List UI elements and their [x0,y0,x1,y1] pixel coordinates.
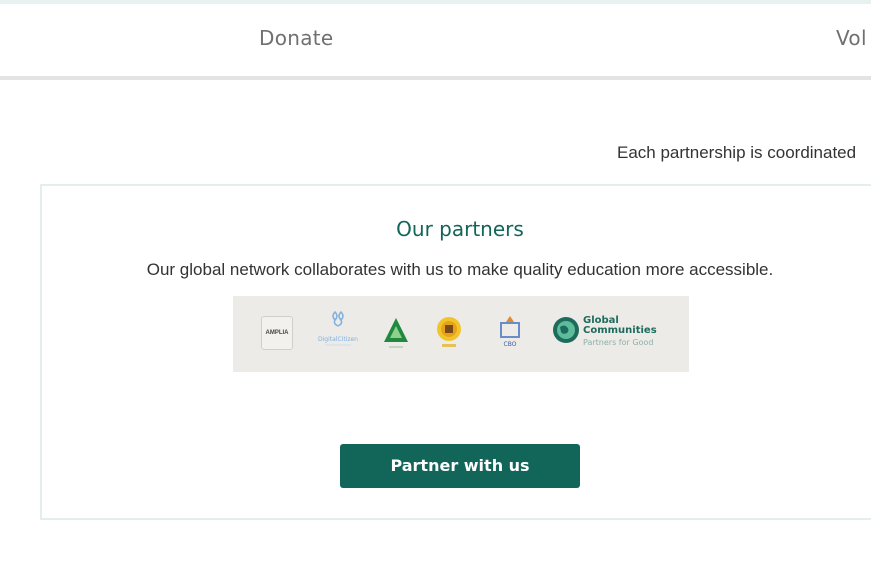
partner-logos-banner: AMPLIA DigitalCitizen CBO Global Communi… [233,296,689,372]
green-triangle-logo [384,318,408,348]
global-communities-icon [553,317,579,343]
emblem-logo [437,317,461,347]
intro-text: Each partnership is coordinated [617,143,857,162]
nav-link-volunteer[interactable]: Vol [836,26,867,50]
partners-card: Our partners Our global network collabor… [40,184,871,520]
partner-with-us-button[interactable]: Partner with us [340,444,580,488]
amplia-logo: AMPLIA [261,316,293,350]
global-communities-tagline: Partners for Good [583,338,654,347]
digital-citizen-logo: DigitalCitizen [318,310,358,346]
cbo-wordmark: CBO [504,341,517,348]
partners-description: Our global network collaborates with us … [146,260,774,279]
top-nav: Donate Vol [0,4,871,80]
digital-citizen-wordmark: DigitalCitizen [318,336,358,343]
nav-link-donate[interactable]: Donate [259,26,334,50]
global-communities-wordmark: Global Communities [583,315,657,336]
partners-title: Our partners [396,217,524,241]
cbo-logo: CBO [500,316,520,348]
